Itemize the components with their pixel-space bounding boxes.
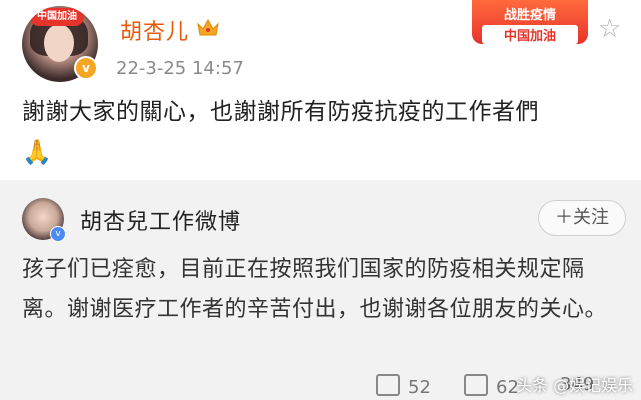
quoted-text: 孩子们已痊愈，目前正在按照我们国家的防疫相关规定隔离。谢谢医疗工作者的辛苦付出，…: [22, 257, 608, 322]
crown-icon: [197, 18, 219, 36]
comment-icon: [464, 374, 488, 396]
quoted-verified-icon: v: [50, 226, 66, 242]
quoted-author-name[interactable]: 胡杏兒工作微博: [80, 204, 241, 236]
avatar-badge: 中国加油: [30, 8, 84, 26]
promo-line1: 战胜疫情: [503, 8, 556, 23]
praying-hands-emoji: 🙏: [22, 138, 52, 166]
repost-action[interactable]: 52: [376, 374, 431, 398]
watermark: 头条 @娱记娱乐: [516, 376, 634, 395]
repost-count: 52: [408, 377, 431, 398]
star-icon[interactable]: ☆: [598, 14, 621, 44]
post-text: 謝謝大家的關心，也謝謝所有防疫抗疫的工作者們: [22, 99, 539, 125]
verified-icon: v: [74, 56, 98, 80]
post-header: 中国加油 v 胡杏儿 22-3-25 14:57 战胜疫情 中国加油 ☆ 謝謝大…: [0, 0, 641, 180]
promo-badge[interactable]: 战胜疫情 中国加油: [472, 0, 588, 44]
repost-icon: [376, 374, 400, 396]
quoted-post[interactable]: v 胡杏兒工作微博 ＋关注 孩子们已痊愈，目前正在按照我们国家的防疫相关规定隔离…: [0, 180, 641, 400]
promo-line2: 中国加油: [482, 25, 578, 44]
avatar-face: [44, 24, 74, 62]
comment-action[interactable]: 62: [464, 374, 519, 398]
follow-button[interactable]: ＋关注: [538, 200, 626, 236]
author-name[interactable]: 胡杏儿: [120, 14, 189, 46]
timestamp: 22-3-25 14:57: [116, 58, 244, 79]
